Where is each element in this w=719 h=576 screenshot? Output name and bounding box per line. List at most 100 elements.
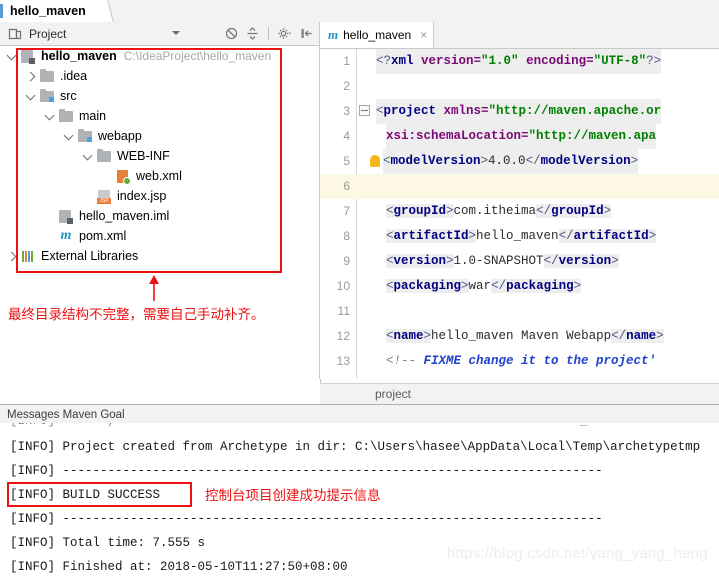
code-line: 9 <version>1.0-SNAPSHOT</version> <box>320 249 719 274</box>
project-view-icon <box>8 27 22 41</box>
code-token: > <box>611 254 619 268</box>
code-token: > <box>573 279 582 293</box>
toolbar-divider <box>268 27 269 40</box>
code-token: artifactId <box>573 229 649 243</box>
editor-tab-bar: m hello_maven × <box>320 22 719 49</box>
code-token: > <box>446 204 454 218</box>
code-token: <? <box>376 54 392 68</box>
line-number: 9 <box>343 254 350 268</box>
code-token: modelVersion <box>540 154 631 168</box>
code-token: > <box>461 279 469 293</box>
tree-item-web-xml[interactable]: web.xml <box>0 166 319 186</box>
code-token: war <box>468 279 492 293</box>
code-view[interactable]: 1 <?xml version="1.0" encoding="UTF-8"?>… <box>320 49 719 379</box>
code-token: version <box>558 254 612 268</box>
folder-icon <box>39 68 55 84</box>
chevron-down-icon[interactable] <box>25 90 36 102</box>
line-number: 7 <box>343 204 350 218</box>
code-token: </ <box>491 279 507 293</box>
expand-all-icon[interactable] <box>245 27 259 41</box>
tree-annotation-text: 最终目录结构不完整，需要自己手动补齐。 <box>8 307 265 323</box>
tree-item-pom-xml[interactable]: m pom.xml <box>0 226 319 246</box>
tree-item-hello-maven-iml[interactable]: hello_maven.iml <box>0 206 319 226</box>
tree-item-index-jsp[interactable]: index.jsp <box>0 186 319 206</box>
code-token: hello_maven Maven Webapp <box>431 329 612 343</box>
maven-console-output[interactable]: [INFO] , _ [INFO] Project created from A… <box>0 423 719 576</box>
console-line: [INFO] Project created from Archetype in… <box>10 440 701 454</box>
tree-item-main[interactable]: main <box>0 106 319 126</box>
console-line: [INFO] Total time: 7.555 s <box>10 536 206 550</box>
folder-webapp-icon <box>77 128 93 144</box>
code-token: artifactId <box>393 229 469 243</box>
project-accent-bar <box>0 4 3 18</box>
tree-item-label: index.jsp <box>117 189 167 203</box>
code-token: hello_maven <box>476 229 559 243</box>
tree-item-web-inf[interactable]: WEB-INF <box>0 146 319 166</box>
code-token: 4.0.0 <box>488 154 526 168</box>
code-line-active: 6 <box>320 174 719 199</box>
code-line: 10 <packaging>war</packaging> <box>320 274 719 299</box>
tree-item-label: src <box>60 89 77 103</box>
console-annotation-text: 控制台项目创建成功提示信息 <box>205 488 381 504</box>
chevron-right-icon[interactable] <box>6 251 17 262</box>
chevron-down-icon[interactable] <box>6 50 17 62</box>
code-line: 7 <groupId>com.itheima</groupId> <box>320 199 719 224</box>
chevron-down-icon[interactable] <box>172 31 180 35</box>
module-icon <box>20 48 36 64</box>
code-token: > <box>648 229 657 243</box>
code-token: encoding= <box>518 54 594 68</box>
chevron-down-icon[interactable] <box>63 130 74 142</box>
chevron-down-icon[interactable] <box>44 110 55 122</box>
console-line-build-success: [INFO] BUILD SUCCESS <box>10 488 161 502</box>
tree-item--idea[interactable]: .idea <box>0 66 319 86</box>
line-number: 10 <box>336 279 350 293</box>
code-line: 8 <artifactId>hello_maven</artifactId> <box>320 224 719 249</box>
code-token: groupId <box>551 204 604 218</box>
tree-item-webapp[interactable]: webapp <box>0 126 319 146</box>
code-token: "http://maven.apa <box>528 129 657 143</box>
code-line: 1 <?xml version="1.0" encoding="UTF-8"?> <box>320 49 719 74</box>
breadcrumb-project-chip[interactable]: hello_maven <box>0 0 100 22</box>
breadcrumb-element-project[interactable]: project <box>375 387 411 401</box>
code-token: project <box>383 104 437 118</box>
project-toolbar <box>224 22 313 45</box>
code-line: 4 xsi:schemaLocation="http://maven.apa <box>320 124 719 149</box>
code-token: > <box>446 254 454 268</box>
code-token: > <box>468 229 477 243</box>
code-token: </ <box>525 154 541 168</box>
line-number: 8 <box>343 229 350 243</box>
code-token: name <box>393 329 424 343</box>
tree-item-external-libraries[interactable]: External Libraries <box>0 246 319 266</box>
code-token: > <box>656 329 664 343</box>
code-token: > <box>423 329 432 343</box>
line-number: 11 <box>337 304 350 318</box>
tree-item-label: main <box>79 109 107 123</box>
code-line: 2 <box>320 74 719 99</box>
tree-item-src[interactable]: src <box>0 86 319 106</box>
console-line: [INFO] ---------------------------------… <box>10 464 603 478</box>
code-token: > <box>630 154 639 168</box>
tree-item-label: hello_maven.iml <box>79 209 170 223</box>
code-token: </ <box>611 329 627 343</box>
code-token: < <box>383 154 391 168</box>
editor-breadcrumb-bar[interactable]: project <box>320 383 719 404</box>
hide-panel-icon[interactable] <box>299 27 313 41</box>
collapse-all-icon[interactable] <box>224 27 238 41</box>
settings-gear-icon[interactable] <box>278 27 292 41</box>
editor-tab-hello-maven[interactable]: m hello_maven × <box>320 22 435 48</box>
project-tree[interactable]: hello_maven C:\IdeaProject\hello_maven .id… <box>0 46 320 379</box>
code-token: "UTF-8" <box>593 54 647 68</box>
code-token: < <box>386 204 394 218</box>
console-line: [INFO] ---------------------------------… <box>10 512 603 526</box>
tree-item-hello-maven[interactable]: hello_maven C:\IdeaProject\hello_maven <box>0 46 319 66</box>
watermark-text: https://blog.csdn.net/yang_yang_heng <box>447 545 708 562</box>
messages-tool-window-header: Messages Maven Goal <box>0 404 719 425</box>
line-number: 14 <box>320 374 350 379</box>
messages-panel-title: Messages Maven Goal <box>7 408 125 421</box>
chevron-down-icon[interactable] <box>82 150 93 162</box>
code-token: xml <box>391 54 414 68</box>
chevron-right-icon[interactable] <box>25 71 36 82</box>
external-libraries-icon <box>20 248 36 264</box>
tree-item-label: .idea <box>60 69 88 83</box>
close-icon[interactable]: × <box>420 28 427 42</box>
